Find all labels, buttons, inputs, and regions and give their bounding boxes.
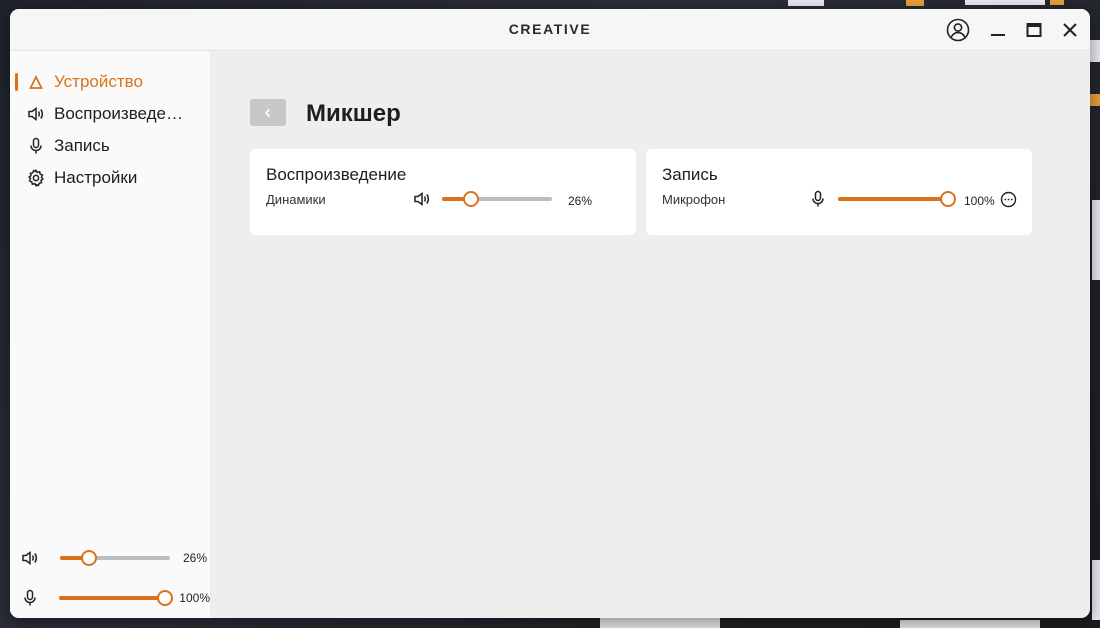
sidebar-item-recording[interactable]: Запись <box>10 132 210 160</box>
sidebar-record-slider[interactable] <box>59 589 174 607</box>
title-bar[interactable]: CREATIVE <box>10 9 1090 51</box>
microphone-icon <box>26 136 46 156</box>
playback-volume-slider[interactable] <box>442 190 552 208</box>
speaker-icon <box>412 189 432 209</box>
sidebar-item-label: Настройки <box>54 168 138 187</box>
speaker-icon <box>20 549 40 567</box>
desktop-decoration <box>1050 0 1064 5</box>
microphone-icon <box>808 189 828 209</box>
desktop-decoration <box>600 618 720 628</box>
sidebar-item-label: Воспроизведение <box>54 104 184 123</box>
device-name: Микрофон <box>662 192 726 207</box>
maximize-button[interactable] <box>1021 17 1047 43</box>
desktop-decoration <box>788 0 824 6</box>
page-title: Микшер <box>306 100 401 127</box>
user-account-icon <box>946 18 970 42</box>
slider-thumb[interactable] <box>940 191 956 207</box>
slider-thumb[interactable] <box>80 550 97 566</box>
slider-thumb[interactable] <box>462 191 479 207</box>
desktop-decoration <box>1090 94 1100 106</box>
desktop-decoration <box>1092 200 1100 280</box>
slider-thumb[interactable] <box>157 590 174 606</box>
sidebar-playback-percent: 26% <box>183 551 208 565</box>
main-content: Микшер Воспроизведение Динамики 26% Запи… <box>210 51 1090 618</box>
sidebar-item-label: Устройство <box>54 72 143 91</box>
more-options-button[interactable] <box>998 189 1018 209</box>
card-title: Воспроизведение <box>266 165 407 184</box>
desktop-decoration <box>900 620 1040 628</box>
chevron-left-icon <box>264 108 271 117</box>
close-icon <box>1063 23 1077 37</box>
more-options-icon <box>1000 191 1016 207</box>
card-title: Запись <box>662 165 718 184</box>
slider-fill <box>59 596 166 600</box>
account-button[interactable] <box>945 17 971 43</box>
maximize-icon <box>1026 23 1042 37</box>
slider-fill <box>838 197 948 201</box>
record-volume-slider[interactable] <box>838 190 956 208</box>
close-button[interactable] <box>1057 17 1083 43</box>
sidebar-record-percent: 100% <box>179 591 210 605</box>
playback-card: Воспроизведение Динамики 26% <box>250 149 636 235</box>
back-button[interactable] <box>250 99 286 126</box>
sidebar-item-playback[interactable]: Воспроизведение <box>10 100 210 128</box>
desktop-decoration <box>906 0 924 6</box>
device-name: Динамики <box>266 192 326 207</box>
gear-icon <box>26 168 46 188</box>
minimize-icon <box>991 34 1005 36</box>
record-volume-percent: 100% <box>964 194 995 208</box>
sidebar-item-settings[interactable]: Настройки <box>10 164 210 192</box>
sidebar: Устройство Воспроизведение Запись Настро… <box>10 51 210 618</box>
sidebar-item-label: Запись <box>54 136 110 155</box>
speaker-icon <box>26 104 46 124</box>
recording-card: Запись Микрофон 100% <box>646 149 1032 235</box>
creative-logo: CREATIVE <box>508 21 592 37</box>
sidebar-playback-volume: 26% <box>20 546 210 570</box>
playback-volume-percent: 26% <box>568 194 593 208</box>
sidebar-item-device[interactable]: Устройство <box>10 68 210 96</box>
desktop-decoration <box>1092 560 1100 620</box>
microphone-icon <box>20 589 39 607</box>
desktop-decoration <box>965 0 1045 5</box>
app-window: CREATIVE Устройство Воспроизведение Запи… <box>10 9 1090 618</box>
sidebar-record-volume: 100% <box>20 586 210 610</box>
desktop-decoration <box>1090 40 1100 62</box>
minimize-button[interactable] <box>985 17 1011 43</box>
creative-device-icon <box>26 72 46 92</box>
sidebar-playback-slider[interactable] <box>60 549 170 567</box>
